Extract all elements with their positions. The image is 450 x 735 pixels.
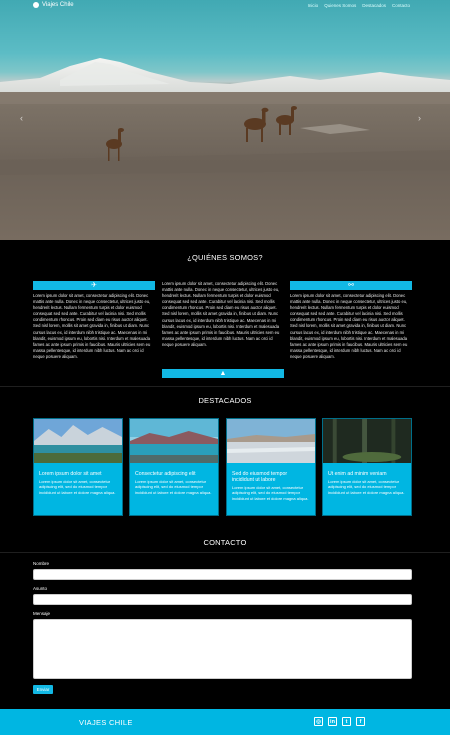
carousel-next-icon[interactable]: › xyxy=(418,113,421,123)
carousel-prev-icon[interactable]: ‹ xyxy=(20,113,23,123)
card-text: Lorem ipsum dolor sit amet, consectetur … xyxy=(135,479,212,495)
plane-icon: ✈ xyxy=(91,282,97,289)
nav-menu: Inicio Quienes Somos Destacados Contacto xyxy=(308,3,410,8)
featured-card[interactable]: Consectetur adipiscing elit Lorem ipsum … xyxy=(129,418,219,516)
about-column-2: Lorem ipsum dolor sit amet, consectetur … xyxy=(162,281,280,347)
card-title: Sed do eiusmod tempor incididunt ut labo… xyxy=(232,471,288,483)
linkedin-icon[interactable]: in xyxy=(328,717,337,726)
card-image xyxy=(34,419,122,463)
warning-icon: ▲ xyxy=(219,370,227,377)
name-label: Nombre xyxy=(33,561,50,566)
card-title: Lorem ipsum dolor sit amet xyxy=(39,471,102,477)
logo-icon xyxy=(33,2,39,8)
share-icon: ⚯ xyxy=(348,282,354,289)
footer-brand: VIAJES CHILE xyxy=(79,718,133,727)
about-bar-1: ✈ xyxy=(33,281,155,290)
about-column-3: Lorem ipsum dolor sit amet, consectetur … xyxy=(290,293,408,359)
name-field[interactable] xyxy=(33,569,412,580)
hero-image xyxy=(0,58,450,240)
section-divider xyxy=(0,386,450,387)
message-textarea[interactable] xyxy=(33,619,412,679)
featured-card[interactable]: Lorem ipsum dolor sit amet Lorem ipsum d… xyxy=(33,418,123,516)
card-text: Lorem ipsum dolor sit amet, consectetur … xyxy=(39,479,116,495)
nav-item-contacto[interactable]: Contacto xyxy=(392,3,410,8)
featured-title: DESTACADOS xyxy=(198,396,252,405)
message-label: Mensaje xyxy=(33,611,51,616)
card-image xyxy=(323,419,411,463)
facebook-icon[interactable]: f xyxy=(356,717,365,726)
featured-card[interactable]: Ut enim ad minim veniam Lorem ipsum dolo… xyxy=(322,418,412,516)
hero-carousel: Viajes Chile Inicio Quienes Somos Destac… xyxy=(0,0,450,240)
featured-card[interactable]: Sed do eiusmod tempor incididunt ut labo… xyxy=(226,418,316,516)
card-image xyxy=(227,419,315,463)
nav-item-destacados[interactable]: Destacados xyxy=(362,3,386,8)
section-divider xyxy=(0,552,450,553)
submit-button[interactable]: Enviar xyxy=(33,685,53,694)
nav-item-quienes-somos[interactable]: Quienes Somos xyxy=(324,3,356,8)
contact-title: CONTACTO xyxy=(203,538,247,547)
brand[interactable]: Viajes Chile xyxy=(33,2,74,8)
card-text: Lorem ipsum dolor sit amet, consectetur … xyxy=(328,479,405,495)
subject-field[interactable] xyxy=(33,594,412,605)
navbar: Viajes Chile Inicio Quienes Somos Destac… xyxy=(0,0,450,12)
about-bar-2: ▲ xyxy=(162,369,284,378)
card-text: Lorem ipsum dolor sit amet, consectetur … xyxy=(232,485,309,501)
subject-label: Asunto xyxy=(33,586,48,591)
about-bar-3: ⚯ xyxy=(290,281,412,290)
brand-name: Viajes Chile xyxy=(42,2,74,8)
twitter-icon[interactable]: t xyxy=(342,717,351,726)
nav-item-inicio[interactable]: Inicio xyxy=(308,3,319,8)
card-title: Consectetur adipiscing elit xyxy=(135,471,196,477)
card-title: Ut enim ad minim veniam xyxy=(328,471,387,477)
about-column-1: Lorem ipsum dolor sit amet, consectetur … xyxy=(33,293,151,359)
instagram-icon[interactable]: ◎ xyxy=(314,717,323,726)
card-image xyxy=(130,419,218,463)
footer: VIAJES CHILE ◎ in t f xyxy=(0,709,450,735)
about-title: ¿QUIÉNES SOMOS? xyxy=(187,253,263,262)
